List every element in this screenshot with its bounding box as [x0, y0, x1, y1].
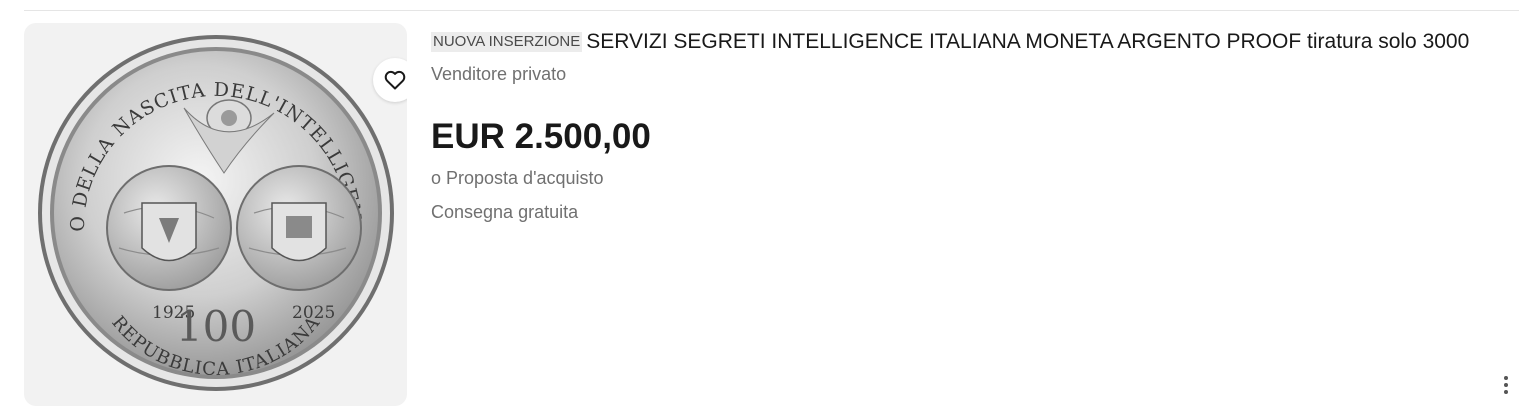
more-vertical-icon-dot [1504, 383, 1508, 387]
shipping-info: Consegna gratuita [431, 202, 579, 222]
seller-type: Venditore privato [431, 64, 567, 84]
new-listing-badge: NUOVA INSERZIONE [431, 32, 583, 52]
listing-info: NUOVA INSERZIONE SERVIZI SEGRETI INTELLIG… [431, 24, 1511, 224]
listing-title[interactable]: SERVIZI SEGRETI INTELLIGENCE ITALIANA MO… [586, 30, 1469, 53]
listing-card: CENTENARIO DELLA NASCITA DELL'INTELLIGEN… [0, 0, 1529, 414]
heart-icon [384, 70, 406, 90]
listing-image[interactable]: CENTENARIO DELLA NASCITA DELL'INTELLIGEN… [24, 23, 407, 406]
best-offer-text: o Proposta d'acquisto [431, 168, 604, 188]
svg-text:2025: 2025 [292, 303, 335, 323]
listing-title-line[interactable]: NUOVA INSERZIONE SERVIZI SEGRETI INTELLIG… [431, 24, 1511, 60]
listing-price: EUR 2.500,00 [431, 117, 651, 156]
coin-image: CENTENARIO DELLA NASCITA DELL'INTELLIGEN… [24, 23, 394, 391]
svg-text:100: 100 [176, 302, 256, 351]
more-options-button[interactable] [1495, 372, 1517, 398]
more-vertical-icon [1504, 376, 1508, 380]
more-vertical-icon-dot [1504, 390, 1508, 394]
